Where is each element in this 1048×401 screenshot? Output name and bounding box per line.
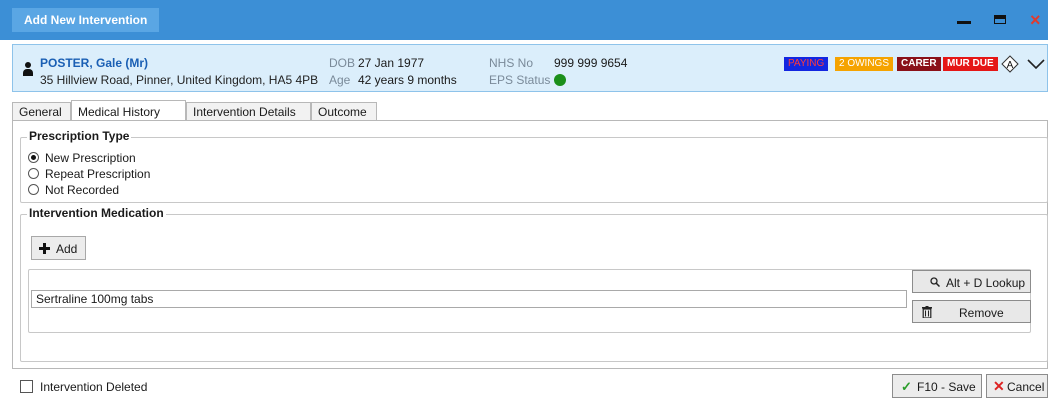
plus-icon: [39, 243, 50, 254]
remove-button-label: Remove: [959, 306, 1004, 320]
patient-address: 35 Hillview Road, Pinner, United Kingdom…: [40, 73, 319, 87]
owings-badge[interactable]: 2 OWINGS: [835, 57, 894, 71]
prescription-type-title: Prescription Type: [27, 129, 132, 143]
search-icon: [930, 277, 940, 287]
save-button-label: F10 - Save: [917, 380, 976, 394]
age-value: 42 years 9 months: [358, 73, 457, 87]
mur-due-badge[interactable]: MUR DUE: [943, 57, 998, 71]
patient-banner: POSTER, Gale (Mr) 35 Hillview Road, Pinn…: [12, 44, 1048, 92]
minimize-button[interactable]: [953, 10, 975, 30]
tab-intervention-details[interactable]: Intervention Details: [186, 102, 311, 121]
save-button[interactable]: ✓ F10 - Save: [892, 374, 982, 398]
add-medication-button[interactable]: Add: [31, 236, 86, 260]
nhs-number: 999 999 9654: [554, 56, 628, 70]
radio-label: New Prescription: [45, 151, 136, 165]
age-label: Age: [329, 73, 351, 87]
tab-outcome[interactable]: Outcome: [311, 102, 377, 121]
medication-field[interactable]: Sertraline 100mg tabs: [31, 290, 907, 308]
intervention-deleted-label: Intervention Deleted: [40, 380, 148, 394]
dob-value: 27 Jan 1977: [358, 56, 425, 70]
person-icon: [23, 62, 33, 76]
close-icon: ✕: [993, 378, 1005, 394]
close-button[interactable]: ×: [1030, 10, 1048, 30]
window-title: Add New Intervention: [12, 8, 160, 32]
check-icon: ✓: [901, 379, 912, 394]
cancel-button-label: Cancel: [1007, 380, 1045, 394]
prescription-type-group: Prescription Type: [20, 129, 1048, 203]
cancel-button[interactable]: ✕ Cancel: [986, 374, 1048, 398]
eps-status-indicator: [554, 74, 566, 86]
intervention-deleted-checkbox[interactable]: [20, 380, 33, 393]
intervention-medication-title: Intervention Medication: [27, 206, 166, 220]
radio-button[interactable]: [28, 152, 39, 163]
trash-icon: [922, 306, 932, 318]
eps-status-label: EPS Status: [489, 73, 551, 87]
radio-label: Repeat Prescription: [45, 167, 151, 181]
remove-button[interactable]: Remove: [912, 300, 1031, 323]
paying-badge[interactable]: PAYING: [784, 57, 829, 71]
radio-button[interactable]: [28, 168, 39, 179]
carer-badge[interactable]: CARER: [897, 57, 941, 71]
radio-button[interactable]: [28, 184, 39, 195]
tab-general[interactable]: General: [12, 102, 71, 121]
chevron-down-icon[interactable]: [1027, 59, 1045, 69]
maximize-button[interactable]: [990, 10, 1012, 30]
lookup-button[interactable]: Alt + D Lookup: [912, 270, 1031, 293]
nhs-label: NHS No: [489, 56, 534, 70]
add-button-label: Add: [56, 242, 78, 256]
title-bar: Add New Intervention ×: [0, 0, 1048, 40]
radio-label: Not Recorded: [45, 183, 120, 197]
alert-icon[interactable]: A: [1001, 55, 1019, 73]
dob-label: DOB: [329, 56, 356, 70]
lookup-button-label: Alt + D Lookup: [946, 276, 1026, 290]
patient-name[interactable]: POSTER, Gale (Mr): [40, 56, 148, 70]
svg-text:A: A: [1007, 60, 1014, 71]
tab-medical-history[interactable]: Medical History: [71, 100, 186, 122]
